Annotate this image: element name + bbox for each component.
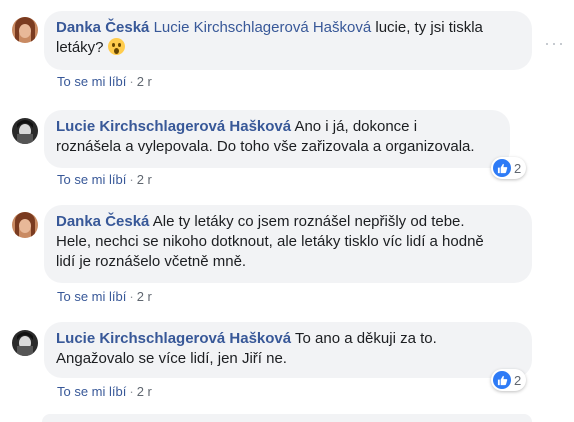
avatar[interactable]: [12, 212, 38, 238]
separator: ·: [129, 289, 134, 304]
timestamp[interactable]: 2 r: [137, 289, 152, 304]
mention-link[interactable]: Lucie Kirchschlagerová Hašková: [154, 19, 372, 36]
comment-author[interactable]: Lucie Kirchschlagerová Hašková: [56, 118, 291, 135]
separator: ·: [129, 74, 134, 89]
comment-author[interactable]: Lucie Kirchschlagerová Hašková: [56, 330, 291, 347]
more-options-icon[interactable]: ···: [544, 34, 565, 52]
comment-actions: To se mi líbí · 2 r: [57, 289, 152, 304]
reaction-summary[interactable]: 2: [491, 157, 527, 179]
comment-text: Angažovalo se více lidí, jen Jiří ne.: [56, 350, 287, 367]
comment-text: Hele, nechci se nikoho dotknout, ale let…: [56, 233, 484, 250]
like-reaction-icon: [493, 371, 511, 389]
next-comment-bubble-edge: [42, 414, 532, 422]
timestamp[interactable]: 2 r: [137, 74, 152, 89]
comment-text: lucie, ty jsi tiskla: [371, 19, 483, 36]
comment-bubble: Lucie Kirchschlagerová Hašková Ano i já,…: [44, 110, 510, 168]
like-button[interactable]: To se mi líbí: [57, 172, 126, 187]
comment-text: roznášela a vylepovala. Do toho vše zaři…: [56, 138, 475, 155]
like-reaction-icon: [493, 159, 511, 177]
reaction-count: 2: [514, 160, 522, 176]
comment-author[interactable]: Danka Česká: [56, 19, 149, 36]
comment-author[interactable]: Danka Česká: [56, 213, 149, 230]
comment-text: To ano a děkuji za to.: [291, 330, 437, 347]
comment-actions: To se mi líbí · 2 r: [57, 384, 152, 399]
comment-bubble: Lucie Kirchschlagerová Hašková To ano a …: [44, 322, 532, 378]
comment-actions: To se mi líbí · 2 r: [57, 172, 152, 187]
comment-actions: To se mi líbí · 2 r: [57, 74, 152, 89]
separator: ·: [129, 172, 134, 187]
like-button[interactable]: To se mi líbí: [57, 289, 126, 304]
timestamp[interactable]: 2 r: [137, 172, 152, 187]
astonished-face-icon: [107, 38, 125, 55]
comment-bubble: Danka Česká Ale ty letáky co jsem roznáš…: [44, 205, 532, 283]
comment-text: Ale ty letáky co jsem roznášel nepřišly …: [149, 213, 465, 230]
like-button[interactable]: To se mi líbí: [57, 74, 126, 89]
reaction-summary[interactable]: 2: [491, 369, 527, 391]
avatar[interactable]: [12, 118, 38, 144]
timestamp[interactable]: 2 r: [137, 384, 152, 399]
like-button[interactable]: To se mi líbí: [57, 384, 126, 399]
comment-text: letáky?: [56, 39, 108, 56]
avatar[interactable]: [12, 17, 38, 43]
comment-text: lidí je roznášelo včetně mně.: [56, 253, 247, 270]
comment-text: Ano i já, dokonce i: [291, 118, 418, 135]
avatar[interactable]: [12, 330, 38, 356]
separator: ·: [129, 384, 134, 399]
comment-bubble: Danka Česká Lucie Kirchschlagerová Haško…: [44, 11, 532, 70]
reaction-count: 2: [514, 372, 522, 388]
